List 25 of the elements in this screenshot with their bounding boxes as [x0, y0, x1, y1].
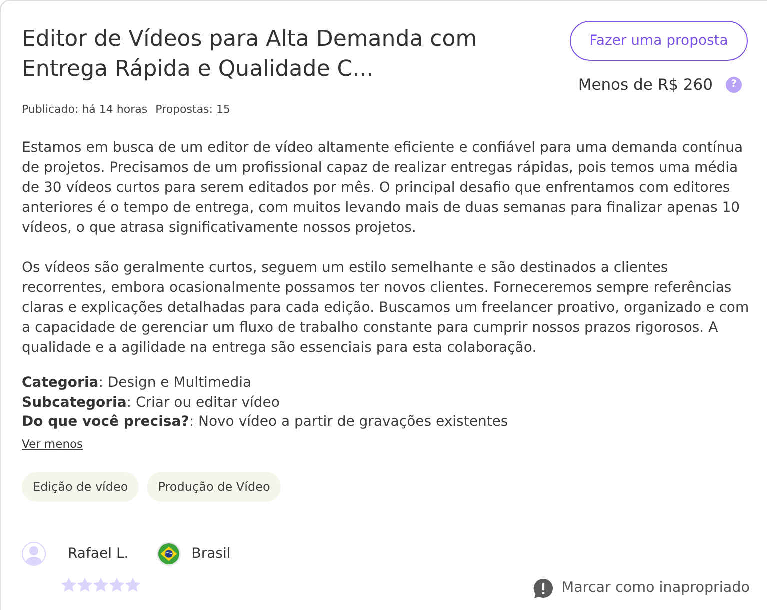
skill-tag[interactable]: Produção de Vídeo — [147, 472, 282, 502]
detail-line: Subcategoria: Criar ou editar vídeo — [22, 394, 281, 412]
star-icon — [109, 576, 125, 592]
make-proposal-button[interactable]: Fazer uma proposta — [570, 21, 748, 61]
see-less-link[interactable]: Ver menos — [22, 434, 84, 454]
detail-line: Categoria: Design e Multimedia — [22, 374, 253, 393]
star-icon — [93, 576, 109, 592]
budget-range: Menos de R$ 260 — [578, 76, 713, 94]
star-icon — [77, 576, 93, 592]
description-paragraph: Os vídeos são geralmente curtos, seguem um estilo semelhante e são destinados a clientes recorrentes, embora ocasionalmente possamos ter novos clientes. Forneceremos sempre referências claras e explicações detalhadas para cada edição. Buscamos um freelancer proativo, organizado e com a capacidade de gerenciar um fluxo de trabalho constante para cumprir nossos prazos rigorosos. A qualidade e a agilidade na entrega são essenciais para esta colaboração. — [22, 259, 750, 358]
flag-icon — [156, 542, 181, 566]
report-label: Marcar como inapropriado — [562, 580, 750, 596]
published-time: Publicado: há 14 horas — [22, 103, 148, 116]
detail-line: Do que você precisa?: Novo vídeo a partir de gravações existentes — [22, 413, 510, 432]
exclamation-bubble-icon — [532, 578, 554, 598]
proposal-count: Propostas: 15 — [156, 103, 230, 116]
client-name: Rafael L. — [68, 546, 129, 562]
star-icon — [125, 576, 141, 592]
avatar-icon — [22, 542, 46, 566]
report-link[interactable]: Marcar como inapropriado — [532, 578, 750, 598]
skill-tag[interactable]: Edição de vídeo — [22, 472, 140, 502]
description-paragraph: Estamos em busca de um editor de vídeo altamente eficiente e confiável para uma demanda contínua de projetos. Precisamos de um profissional capaz de realizar entregas rápidas, pois temos uma média de 30 vídeos curtos para serem editados por mês. O principal desafio que enfrentamos com editores anteriores é o tempo de entrega, com muitos levando mais de duas semanas para finalizar apenas 10 vídeos, o que atrasa significativamente nossos projetos. — [22, 139, 744, 238]
project-title: Editor de Vídeos para Alta Demanda com Entrega Rápida e Qualidade C... — [22, 26, 478, 84]
client-country: Brasil — [192, 546, 231, 562]
star-icon — [61, 576, 77, 592]
